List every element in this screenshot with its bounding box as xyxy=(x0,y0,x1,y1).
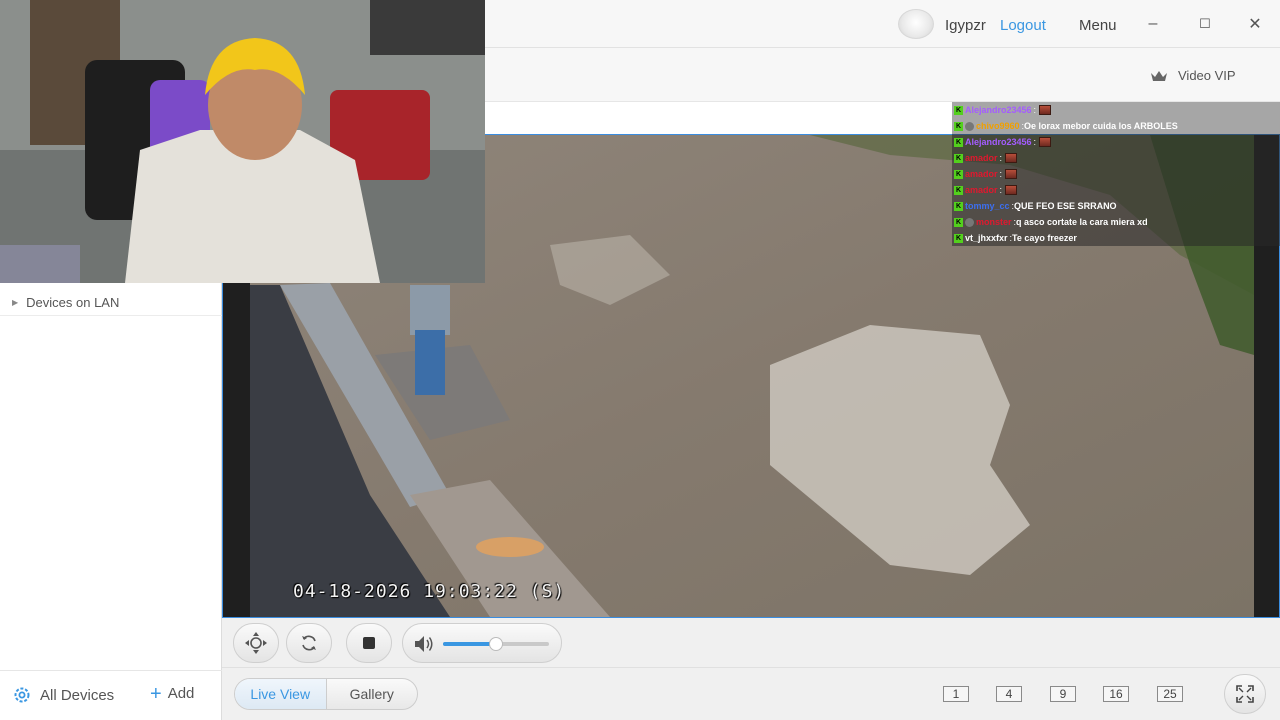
chat-username: amador xyxy=(965,169,998,179)
logout-link[interactable]: Logout xyxy=(1000,17,1046,34)
menu-button[interactable]: Menu xyxy=(1079,17,1117,34)
webcam-overlay xyxy=(0,0,485,283)
add-label: Add xyxy=(167,685,195,702)
stop-icon xyxy=(363,637,375,649)
all-devices-button[interactable]: All Devices xyxy=(12,685,114,705)
kick-badge-icon: K xyxy=(954,153,963,163)
kick-badge-icon: K xyxy=(954,185,963,195)
ptz-direction-icon xyxy=(245,632,267,654)
emote-icon xyxy=(1005,169,1018,179)
playback-controls xyxy=(222,618,1280,668)
plus-icon: + xyxy=(150,682,162,705)
devices-on-lan-label: Devices on LAN xyxy=(26,295,120,310)
chat-separator: : xyxy=(999,169,1003,179)
speaker-icon[interactable] xyxy=(413,634,435,654)
user-avatar[interactable] xyxy=(898,9,934,39)
chat-text: Oe lorax mebor cuida los ARBOLES xyxy=(1024,121,1178,131)
all-devices-label: All Devices xyxy=(40,686,115,704)
emote-icon xyxy=(1039,105,1052,115)
kick-badge-icon: K xyxy=(954,217,963,227)
subscriber-badge-icon xyxy=(965,121,974,131)
emote-icon xyxy=(1005,153,1018,163)
camera-viewer-app: Igypzr Logout Menu – ☐ ✕ Video VIP ▶ Dev… xyxy=(0,0,1280,720)
webcam-image xyxy=(0,0,485,283)
kick-badge-icon: K xyxy=(954,201,963,211)
add-device-button[interactable]: + Add xyxy=(150,682,195,705)
view-tabs: Live View Gallery xyxy=(234,678,418,710)
devices-on-lan-item[interactable]: ▶ Devices on LAN xyxy=(0,290,222,316)
kick-badge-icon: K xyxy=(954,105,963,115)
layout-16-button[interactable]: 16 xyxy=(1103,686,1129,702)
layout-1-button[interactable]: 1 xyxy=(943,686,969,702)
chat-message: K Alejandro23456: xyxy=(952,102,1280,118)
chat-separator: : xyxy=(999,153,1003,163)
chat-username: vt_jhxxfxr xyxy=(965,233,1008,243)
video-vip-label: Video VIP xyxy=(1178,68,1236,83)
kick-badge-icon: K xyxy=(954,233,963,243)
chat-username: tommy_cc xyxy=(965,201,1010,211)
chat-message: Kvt_jhxxfxr: Te cayo freezer xyxy=(952,230,1280,246)
subscriber-badge-icon xyxy=(965,217,974,227)
layout-4-button[interactable]: 4 xyxy=(996,686,1022,702)
chat-overlay: K Alejandro23456: Kchivo9960: Oe lorax me… xyxy=(952,102,1280,246)
layout-25-button[interactable]: 25 xyxy=(1157,686,1183,702)
kick-badge-icon: K xyxy=(954,137,963,147)
sidebar-footer: All Devices + Add xyxy=(0,670,222,720)
video-vip-button[interactable]: Video VIP xyxy=(1150,68,1236,83)
chat-message: Kamador: xyxy=(952,182,1280,198)
bottom-bar: Live View Gallery 1 4 9 16 25 xyxy=(222,668,1280,720)
chat-message: Kamador: xyxy=(952,150,1280,166)
layout-9-button[interactable]: 9 xyxy=(1050,686,1076,702)
video-timestamp: 04-18-2026 19:03:22 (S) xyxy=(293,581,566,602)
kick-badge-icon: K xyxy=(954,121,963,131)
fullscreen-icon xyxy=(1236,685,1254,703)
maximize-button[interactable]: ☐ xyxy=(1193,12,1217,36)
chat-separator: : xyxy=(999,185,1003,195)
chat-username: amador xyxy=(965,153,998,163)
gear-icon xyxy=(14,687,30,703)
tab-gallery[interactable]: Gallery xyxy=(327,679,418,709)
device-sidebar: ▶ Devices on LAN All Devices + Add xyxy=(0,282,222,720)
minimize-button[interactable]: – xyxy=(1141,12,1165,36)
emote-icon xyxy=(1039,137,1052,147)
kick-badge-icon: K xyxy=(954,169,963,179)
ptz-button[interactable] xyxy=(233,623,279,663)
flip-button[interactable] xyxy=(286,623,332,663)
chat-message: Kchivo9960: Oe lorax mebor cuida los ARB… xyxy=(952,118,1280,134)
chat-text: QUE FEO ESE SRRANO xyxy=(1014,201,1117,211)
volume-slider-track[interactable] xyxy=(443,637,549,651)
username: Igypzr xyxy=(945,17,986,34)
chat-username: amador xyxy=(965,185,998,195)
chat-username: Alejandro23456 xyxy=(965,105,1032,115)
volume-control[interactable] xyxy=(402,623,562,663)
refresh-icon xyxy=(302,635,316,651)
chat-message: Ktommy_cc: QUE FEO ESE SRRANO xyxy=(952,198,1280,214)
stop-button[interactable] xyxy=(346,623,392,663)
chat-username: monster xyxy=(976,217,1012,227)
chat-text: Te cayo freezer xyxy=(1012,233,1077,243)
chat-separator: : xyxy=(1033,105,1037,115)
close-button[interactable]: ✕ xyxy=(1243,12,1267,36)
chat-username: Alejandro23456 xyxy=(965,137,1032,147)
chat-separator: : xyxy=(1033,137,1037,147)
chat-message: Kmonster: q asco cortate la cara miera x… xyxy=(952,214,1280,230)
crown-icon xyxy=(1151,70,1167,81)
chat-text: q asco cortate la cara miera xd xyxy=(1016,217,1148,227)
chat-message: Kamador: xyxy=(952,166,1280,182)
chat-message: K Alejandro23456: xyxy=(952,134,1280,150)
expand-arrow-icon[interactable]: ▶ xyxy=(12,298,18,307)
tab-live-view[interactable]: Live View xyxy=(235,679,327,709)
emote-icon xyxy=(1005,185,1018,195)
volume-slider-knob[interactable] xyxy=(489,637,503,651)
fullscreen-button[interactable] xyxy=(1224,674,1266,714)
chat-username: chivo9960 xyxy=(976,121,1020,131)
